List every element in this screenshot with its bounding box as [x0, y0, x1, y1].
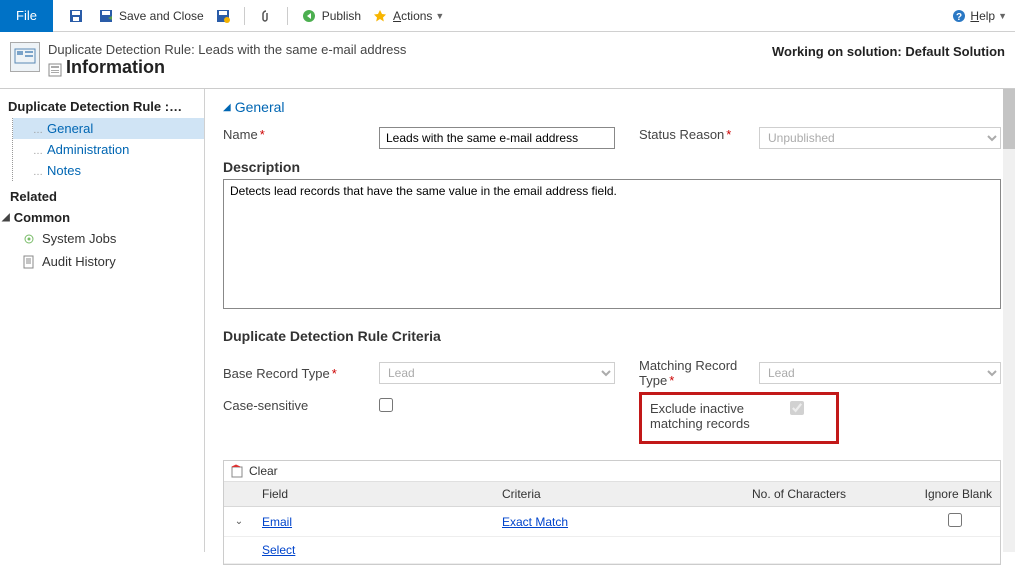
main-content: ◢ General Name* Status Reason* Unpublish…: [205, 89, 1015, 552]
table-row-select: Select: [224, 537, 1000, 564]
chevron-down-icon: ▼: [998, 11, 1007, 21]
file-tab[interactable]: File: [0, 0, 53, 32]
toolbar-separator: [244, 7, 245, 25]
attach-icon: [258, 8, 274, 24]
col-ignore: Ignore Blank: [910, 482, 1000, 506]
row-chevron[interactable]: ⌄: [224, 516, 254, 527]
save-close-icon: [98, 8, 114, 24]
scrollbar[interactable]: [1003, 89, 1015, 552]
col-criteria: Criteria: [494, 482, 744, 506]
page-title: Information: [48, 57, 772, 78]
name-input[interactable]: [379, 127, 615, 149]
scrollbar-thumb[interactable]: [1003, 89, 1015, 149]
publish-icon: [301, 8, 317, 24]
col-field: Field: [254, 482, 494, 506]
field-link[interactable]: Email: [262, 515, 292, 529]
solution-label: Working on solution: Default Solution: [772, 42, 1005, 59]
doc-icon: [22, 255, 36, 269]
exclude-inactive-checkbox[interactable]: [790, 401, 804, 415]
toolbar: File Save and Close Publish Actions ▼ ? …: [0, 0, 1015, 32]
save-new-button[interactable]: [208, 2, 238, 30]
breadcrumb: Duplicate Detection Rule: Leads with the…: [48, 42, 772, 57]
related-heading: Related: [0, 181, 204, 208]
form-icon: [48, 61, 62, 75]
status-label: Status Reason*: [639, 127, 759, 142]
description-textarea[interactable]: Detects lead records that have the same …: [223, 179, 1001, 309]
svg-text:?: ?: [956, 12, 962, 23]
case-sensitive-label: Case-sensitive: [223, 398, 379, 413]
save-icon: [68, 8, 84, 24]
general-section-title[interactable]: ◢ General: [223, 99, 1001, 115]
actions-menu[interactable]: Actions ▼: [365, 2, 448, 30]
save-close-label: Save and Close: [119, 9, 204, 23]
clear-button[interactable]: Clear: [249, 464, 278, 478]
common-section[interactable]: ◢ Common: [0, 208, 204, 227]
save-button[interactable]: [61, 2, 91, 30]
matching-type-label: Matching Record Type*: [639, 358, 759, 388]
criteria-link[interactable]: Exact Match: [502, 515, 568, 529]
base-type-select[interactable]: Lead: [379, 362, 615, 384]
highlight-box: Exclude inactive matching records: [639, 392, 839, 444]
chevron-down-icon: ▼: [435, 11, 444, 21]
table-row: ⌄ Email Exact Match: [224, 507, 1000, 537]
chevron-down-icon: ◢: [2, 212, 10, 223]
sidebar-link-audit-history[interactable]: Audit History: [0, 250, 204, 273]
exclude-inactive-label: Exclude inactive matching records: [650, 401, 790, 431]
ignore-blank-checkbox[interactable]: [948, 513, 962, 527]
sidebar-link-system-jobs[interactable]: System Jobs: [0, 227, 204, 250]
save-close-button[interactable]: Save and Close: [91, 2, 208, 30]
sidebar-item-general[interactable]: General: [13, 118, 204, 139]
description-label: Description: [223, 159, 1001, 175]
sidebar-item-administration[interactable]: Administration: [13, 139, 204, 160]
gear-icon: [22, 232, 36, 246]
clear-icon: [230, 464, 244, 478]
toolbar-separator-2: [287, 7, 288, 25]
actions-icon: [372, 8, 388, 24]
help-button[interactable]: ? Help ▼: [948, 8, 1007, 24]
help-icon: ?: [951, 8, 967, 24]
criteria-header: Field Criteria No. of Characters Ignore …: [224, 482, 1000, 507]
sidebar-item-notes[interactable]: Notes: [13, 160, 204, 181]
name-label: Name*: [223, 127, 379, 142]
page-header: Duplicate Detection Rule: Leads with the…: [0, 32, 1015, 89]
chars-cell: [744, 519, 910, 525]
col-chars: No. of Characters: [744, 482, 910, 506]
publish-label: Publish: [322, 9, 361, 23]
status-select[interactable]: Unpublished: [759, 127, 1001, 149]
case-sensitive-checkbox[interactable]: [379, 398, 393, 412]
matching-type-select[interactable]: Lead: [759, 362, 1001, 384]
select-link[interactable]: Select: [262, 543, 295, 557]
attach-button[interactable]: [251, 2, 281, 30]
publish-button[interactable]: Publish: [294, 2, 365, 30]
save-new-icon: [215, 8, 231, 24]
criteria-table: Clear Field Criteria No. of Characters I…: [223, 460, 1001, 565]
record-type-icon: [10, 42, 40, 72]
base-type-label: Base Record Type*: [223, 366, 379, 381]
sidebar: Duplicate Detection Rule :… General Admi…: [0, 89, 205, 552]
chevron-down-icon: ◢: [223, 102, 231, 113]
criteria-section-title: Duplicate Detection Rule Criteria: [223, 328, 1001, 344]
sidebar-heading: Duplicate Detection Rule :…: [0, 95, 204, 118]
